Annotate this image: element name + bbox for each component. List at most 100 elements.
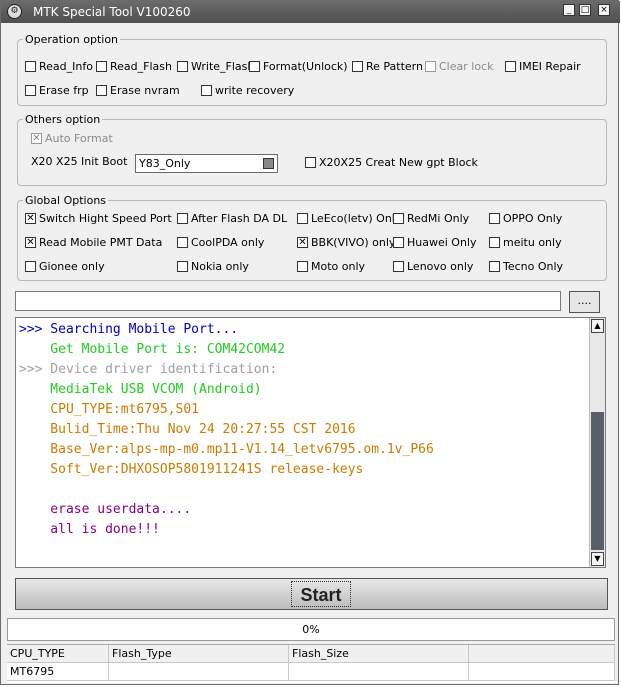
gl-tecno-only-checkbox[interactable]: Tecno Only (489, 260, 563, 273)
gl-nokia-only-checkbox[interactable]: Nokia only (177, 260, 249, 273)
op-clear-lock-checkbox-box[interactable] (425, 61, 436, 72)
init-boot-label: X20 X25 Init Boot (31, 155, 128, 168)
gl-switch-hight-speed-port-label: Switch Hight Speed Port (39, 212, 172, 225)
op-read-flash-label: Read_Flash (110, 60, 172, 73)
gl-switch-hight-speed-port-checkbox-box[interactable]: ✕ (25, 213, 36, 224)
close-button[interactable]: × (598, 4, 610, 16)
gl-moto-only-checkbox-box[interactable] (297, 261, 308, 272)
op-read-flash-checkbox[interactable]: Read_Flash (96, 60, 172, 73)
gl-huawei-only-checkbox[interactable]: Huawei Only (393, 236, 477, 249)
op-read-info-checkbox-box[interactable] (25, 61, 36, 72)
gl-leeco-letv-only-checkbox[interactable]: LeEco(letv) Only (297, 212, 401, 225)
gl-after-flash-da-dl-checkbox[interactable]: After Flash DA DL (177, 212, 287, 225)
op-erase-nvram-label: Erase nvram (110, 84, 180, 97)
gl-lenovo-only-checkbox-box[interactable] (393, 261, 404, 272)
gl-meitu-only-checkbox[interactable]: meitu only (489, 236, 562, 249)
gl-gionee-only-checkbox-box[interactable] (25, 261, 36, 272)
table-header-flash-size: Flash_Size (289, 645, 469, 663)
auto-format-checkbox[interactable]: ✕ Auto Format (31, 132, 113, 145)
gl-tecno-only-checkbox-box[interactable] (489, 261, 500, 272)
gpt-block-checkbox[interactable]: X20X25 Creat New gpt Block (305, 156, 478, 169)
gl-huawei-only-checkbox-box[interactable] (393, 237, 404, 248)
op-clear-lock-checkbox[interactable]: Clear lock (425, 60, 493, 73)
op-format-unlock-checkbox[interactable]: Format(Unlock) (249, 60, 348, 73)
gl-switch-hight-speed-port-checkbox[interactable]: ✕ Switch Hight Speed Port (25, 212, 172, 225)
op-erase-frp-checkbox-box[interactable] (25, 85, 36, 96)
op-read-flash-checkbox-box[interactable] (96, 61, 107, 72)
gl-lenovo-only-checkbox[interactable]: Lenovo only (393, 260, 473, 273)
op-format-unlock-checkbox-box[interactable] (249, 61, 260, 72)
gl-tecno-only-label: Tecno Only (503, 260, 564, 273)
gl-gionee-only-checkbox[interactable]: Gionee only (25, 260, 105, 273)
op-imei-repair-checkbox[interactable]: IMEI Repair (505, 60, 581, 73)
gl-coolpda-only-checkbox[interactable]: CoolPDA only (177, 236, 264, 249)
app-icon: ⚙ (7, 4, 22, 19)
op-write-flash-checkbox[interactable]: Write_Flash (177, 60, 254, 73)
gl-nokia-only-label: Nokia only (191, 260, 249, 273)
init-boot-select[interactable]: Y83_Only (135, 154, 278, 173)
file-path-input[interactable] (15, 291, 561, 311)
gl-read-mobile-pmt-data-checkbox[interactable]: ✕ Read Mobile PMT Data (25, 236, 162, 249)
table-header-cpu-type: CPU_TYPE (7, 645, 109, 663)
scroll-thumb[interactable] (591, 412, 604, 550)
op-imei-repair-checkbox-box[interactable] (505, 61, 516, 72)
op-write-recovery-label: write recovery (215, 84, 295, 97)
gl-leeco-letv-only-checkbox-box[interactable] (297, 213, 308, 224)
op-write-recovery-checkbox[interactable]: write recovery (201, 84, 294, 97)
gl-after-flash-da-dl-label: After Flash DA DL (191, 212, 288, 225)
browse-button[interactable]: .... (569, 291, 600, 313)
gl-leeco-letv-only-label: LeEco(letv) Only (311, 212, 402, 225)
op-read-info-checkbox[interactable]: Read_Info (25, 60, 93, 73)
gl-redmi-only-checkbox-box[interactable] (393, 213, 404, 224)
op-write-recovery-checkbox-box[interactable] (201, 85, 212, 96)
progress-bar: 0% (7, 618, 615, 641)
op-erase-nvram-checkbox-box[interactable] (96, 85, 107, 96)
gl-lenovo-only-label: Lenovo only (407, 260, 474, 273)
auto-format-checkbox-box[interactable]: ✕ (31, 133, 42, 144)
gl-redmi-only-checkbox[interactable]: RedMi Only (393, 212, 469, 225)
gl-gionee-only-label: Gionee only (39, 260, 105, 273)
gl-coolpda-only-checkbox-box[interactable] (177, 237, 188, 248)
maximize-button[interactable]: □ (579, 4, 591, 16)
gl-after-flash-da-dl-checkbox-box[interactable] (177, 213, 188, 224)
start-button[interactable]: Start (15, 578, 608, 610)
log-line: Bulid_Time:Thu Nov 24 20:27:55 CST 2016 (19, 422, 356, 437)
gpt-block-checkbox-box[interactable] (305, 157, 316, 168)
op-clear-lock-label: Clear lock (439, 60, 494, 73)
gl-bbk-vivo-only-checkbox[interactable]: ✕ BBK(VIVO) only (297, 236, 395, 249)
op-re-pattern-lo-checkbox[interactable]: Re Pattern lo (352, 60, 436, 73)
table-header-extra (469, 645, 615, 663)
others-option-legend: Others option (25, 113, 101, 126)
gpt-block-label: X20X25 Creat New gpt Block (319, 156, 478, 169)
log-line: all is done!!! (19, 522, 160, 537)
operation-option-legend: Operation option (25, 33, 119, 46)
scroll-down-icon[interactable]: ▼ (591, 552, 604, 566)
op-erase-frp-checkbox[interactable]: Erase frp (25, 84, 89, 97)
gl-oppo-only-checkbox[interactable]: OPPO Only (489, 212, 562, 225)
gl-bbk-vivo-only-checkbox-box[interactable]: ✕ (297, 237, 308, 248)
op-write-flash-checkbox-box[interactable] (177, 61, 188, 72)
op-write-flash-label: Write_Flash (191, 60, 255, 73)
gl-read-mobile-pmt-data-label: Read Mobile PMT Data (39, 236, 163, 249)
minimize-button[interactable]: _ (563, 4, 575, 16)
gl-nokia-only-checkbox-box[interactable] (177, 261, 188, 272)
op-re-pattern-lo-checkbox-box[interactable] (352, 61, 363, 72)
log-scrollbar[interactable]: ▲ ▼ (589, 318, 605, 567)
gl-huawei-only-label: Huawei Only (407, 236, 477, 249)
gl-oppo-only-checkbox-box[interactable] (489, 213, 500, 224)
gl-oppo-only-label: OPPO Only (503, 212, 563, 225)
op-erase-nvram-checkbox[interactable]: Erase nvram (96, 84, 180, 97)
dropdown-arrow-icon[interactable] (263, 158, 274, 169)
table-cell-cpu-type: MT6795 (7, 663, 109, 681)
gl-coolpda-only-label: CoolPDA only (191, 236, 265, 249)
progress-text: 0% (302, 623, 320, 636)
title-bar[interactable]: ⚙ MTK Special Tool V100260 _ □ × (1, 1, 620, 23)
op-imei-repair-label: IMEI Repair (519, 60, 581, 73)
scroll-up-icon[interactable]: ▲ (591, 319, 604, 333)
log-line: Soft_Ver:DHXOSOP5801911241S release-keys (19, 462, 364, 477)
gl-meitu-only-checkbox-box[interactable] (489, 237, 500, 248)
log-line: CPU_TYPE:mt6795,S01 (19, 402, 200, 417)
gl-moto-only-checkbox[interactable]: Moto only (297, 260, 365, 273)
gl-read-mobile-pmt-data-checkbox-box[interactable]: ✕ (25, 237, 36, 248)
